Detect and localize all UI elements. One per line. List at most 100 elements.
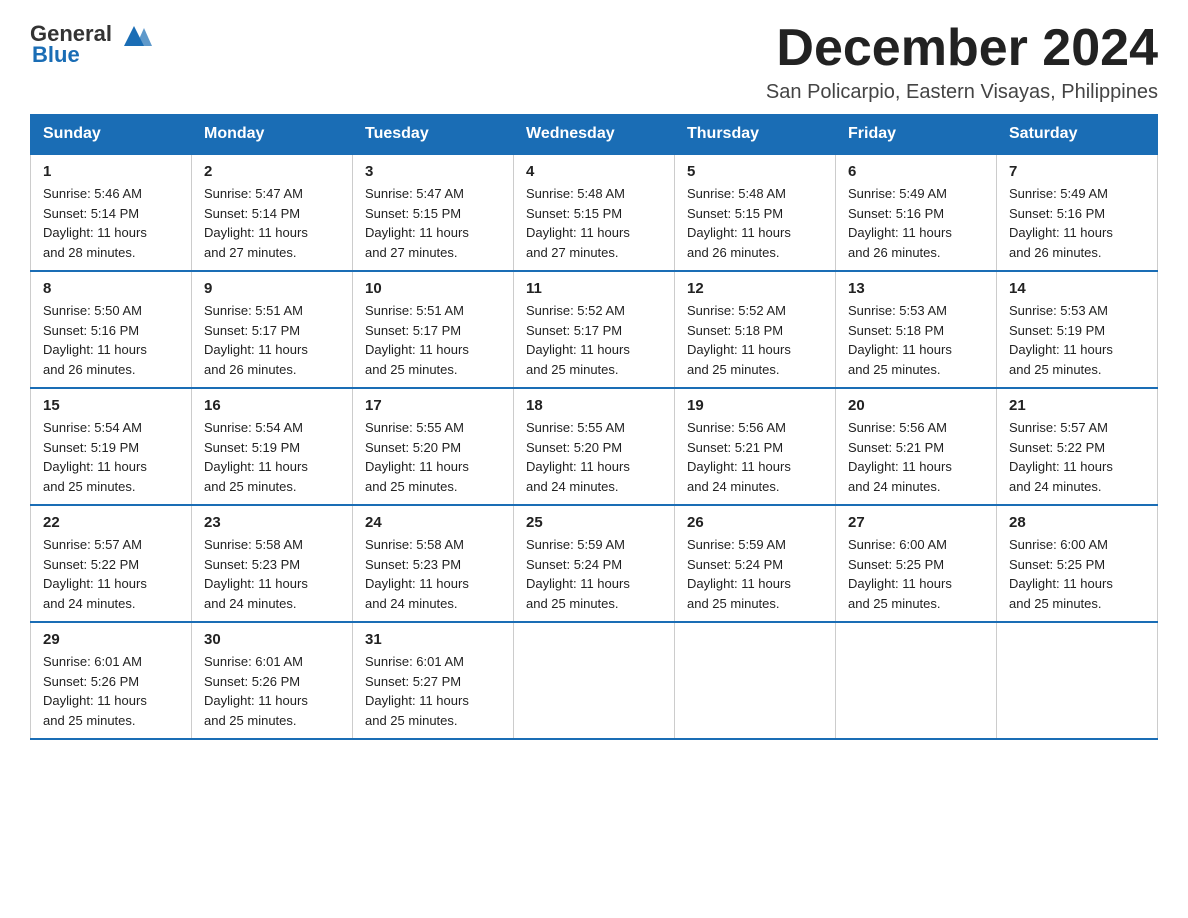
header-monday: Monday (192, 115, 353, 155)
day-info: Sunrise: 5:49 AMSunset: 5:16 PMDaylight:… (848, 186, 952, 260)
table-row: 18 Sunrise: 5:55 AMSunset: 5:20 PMDaylig… (514, 388, 675, 505)
logo: General Blue (30, 20, 152, 68)
day-number: 24 (365, 514, 501, 531)
table-row: 20 Sunrise: 5:56 AMSunset: 5:21 PMDaylig… (836, 388, 997, 505)
title-area: December 2024 San Policarpio, Eastern Vi… (766, 20, 1158, 104)
day-number: 6 (848, 163, 984, 180)
day-info: Sunrise: 6:01 AMSunset: 5:26 PMDaylight:… (204, 654, 308, 728)
day-number: 26 (687, 514, 823, 531)
day-number: 25 (526, 514, 662, 531)
table-row: 16 Sunrise: 5:54 AMSunset: 5:19 PMDaylig… (192, 388, 353, 505)
day-info: Sunrise: 5:52 AMSunset: 5:18 PMDaylight:… (687, 303, 791, 377)
month-title: December 2024 (766, 20, 1158, 77)
day-number: 3 (365, 163, 501, 180)
day-number: 21 (1009, 397, 1145, 414)
day-number: 18 (526, 397, 662, 414)
day-info: Sunrise: 5:48 AMSunset: 5:15 PMDaylight:… (687, 186, 791, 260)
day-number: 2 (204, 163, 340, 180)
header-tuesday: Tuesday (353, 115, 514, 155)
day-number: 19 (687, 397, 823, 414)
day-number: 14 (1009, 280, 1145, 297)
day-info: Sunrise: 5:58 AMSunset: 5:23 PMDaylight:… (365, 537, 469, 611)
day-info: Sunrise: 5:51 AMSunset: 5:17 PMDaylight:… (365, 303, 469, 377)
table-row: 30 Sunrise: 6:01 AMSunset: 5:26 PMDaylig… (192, 622, 353, 739)
day-number: 12 (687, 280, 823, 297)
logo-icon (114, 18, 152, 48)
table-row: 23 Sunrise: 5:58 AMSunset: 5:23 PMDaylig… (192, 505, 353, 622)
day-number: 15 (43, 397, 179, 414)
day-info: Sunrise: 5:48 AMSunset: 5:15 PMDaylight:… (526, 186, 630, 260)
table-row (675, 622, 836, 739)
table-row: 8 Sunrise: 5:50 AMSunset: 5:16 PMDayligh… (31, 271, 192, 388)
table-row: 6 Sunrise: 5:49 AMSunset: 5:16 PMDayligh… (836, 154, 997, 271)
day-info: Sunrise: 5:54 AMSunset: 5:19 PMDaylight:… (43, 420, 147, 494)
subtitle: San Policarpio, Eastern Visayas, Philipp… (766, 81, 1158, 104)
table-row: 29 Sunrise: 6:01 AMSunset: 5:26 PMDaylig… (31, 622, 192, 739)
day-info: Sunrise: 6:00 AMSunset: 5:25 PMDaylight:… (1009, 537, 1113, 611)
calendar-table: Sunday Monday Tuesday Wednesday Thursday… (30, 114, 1158, 740)
day-info: Sunrise: 5:50 AMSunset: 5:16 PMDaylight:… (43, 303, 147, 377)
table-row: 15 Sunrise: 5:54 AMSunset: 5:19 PMDaylig… (31, 388, 192, 505)
table-row: 14 Sunrise: 5:53 AMSunset: 5:19 PMDaylig… (997, 271, 1158, 388)
day-info: Sunrise: 5:59 AMSunset: 5:24 PMDaylight:… (526, 537, 630, 611)
table-row: 31 Sunrise: 6:01 AMSunset: 5:27 PMDaylig… (353, 622, 514, 739)
day-number: 23 (204, 514, 340, 531)
day-number: 10 (365, 280, 501, 297)
day-info: Sunrise: 5:58 AMSunset: 5:23 PMDaylight:… (204, 537, 308, 611)
table-row (997, 622, 1158, 739)
day-info: Sunrise: 5:55 AMSunset: 5:20 PMDaylight:… (365, 420, 469, 494)
table-row: 3 Sunrise: 5:47 AMSunset: 5:15 PMDayligh… (353, 154, 514, 271)
day-info: Sunrise: 5:53 AMSunset: 5:18 PMDaylight:… (848, 303, 952, 377)
calendar-week-row: 29 Sunrise: 6:01 AMSunset: 5:26 PMDaylig… (31, 622, 1158, 739)
table-row: 24 Sunrise: 5:58 AMSunset: 5:23 PMDaylig… (353, 505, 514, 622)
day-info: Sunrise: 5:49 AMSunset: 5:16 PMDaylight:… (1009, 186, 1113, 260)
day-number: 27 (848, 514, 984, 531)
day-number: 5 (687, 163, 823, 180)
day-number: 28 (1009, 514, 1145, 531)
day-number: 1 (43, 163, 179, 180)
table-row: 17 Sunrise: 5:55 AMSunset: 5:20 PMDaylig… (353, 388, 514, 505)
day-info: Sunrise: 5:47 AMSunset: 5:14 PMDaylight:… (204, 186, 308, 260)
table-row: 22 Sunrise: 5:57 AMSunset: 5:22 PMDaylig… (31, 505, 192, 622)
table-row: 9 Sunrise: 5:51 AMSunset: 5:17 PMDayligh… (192, 271, 353, 388)
table-row: 2 Sunrise: 5:47 AMSunset: 5:14 PMDayligh… (192, 154, 353, 271)
day-info: Sunrise: 6:01 AMSunset: 5:26 PMDaylight:… (43, 654, 147, 728)
day-number: 17 (365, 397, 501, 414)
table-row: 11 Sunrise: 5:52 AMSunset: 5:17 PMDaylig… (514, 271, 675, 388)
calendar-header-row: Sunday Monday Tuesday Wednesday Thursday… (31, 115, 1158, 155)
table-row: 1 Sunrise: 5:46 AMSunset: 5:14 PMDayligh… (31, 154, 192, 271)
day-info: Sunrise: 6:01 AMSunset: 5:27 PMDaylight:… (365, 654, 469, 728)
day-info: Sunrise: 5:51 AMSunset: 5:17 PMDaylight:… (204, 303, 308, 377)
day-number: 13 (848, 280, 984, 297)
header-friday: Friday (836, 115, 997, 155)
day-info: Sunrise: 6:00 AMSunset: 5:25 PMDaylight:… (848, 537, 952, 611)
header-saturday: Saturday (997, 115, 1158, 155)
day-info: Sunrise: 5:56 AMSunset: 5:21 PMDaylight:… (687, 420, 791, 494)
day-info: Sunrise: 5:59 AMSunset: 5:24 PMDaylight:… (687, 537, 791, 611)
day-number: 31 (365, 631, 501, 648)
day-info: Sunrise: 5:57 AMSunset: 5:22 PMDaylight:… (43, 537, 147, 611)
table-row: 12 Sunrise: 5:52 AMSunset: 5:18 PMDaylig… (675, 271, 836, 388)
day-number: 8 (43, 280, 179, 297)
day-number: 29 (43, 631, 179, 648)
day-number: 4 (526, 163, 662, 180)
header-thursday: Thursday (675, 115, 836, 155)
header-wednesday: Wednesday (514, 115, 675, 155)
table-row: 21 Sunrise: 5:57 AMSunset: 5:22 PMDaylig… (997, 388, 1158, 505)
day-info: Sunrise: 5:54 AMSunset: 5:19 PMDaylight:… (204, 420, 308, 494)
header-sunday: Sunday (31, 115, 192, 155)
table-row: 5 Sunrise: 5:48 AMSunset: 5:15 PMDayligh… (675, 154, 836, 271)
day-info: Sunrise: 5:47 AMSunset: 5:15 PMDaylight:… (365, 186, 469, 260)
day-info: Sunrise: 5:57 AMSunset: 5:22 PMDaylight:… (1009, 420, 1113, 494)
day-number: 9 (204, 280, 340, 297)
table-row: 28 Sunrise: 6:00 AMSunset: 5:25 PMDaylig… (997, 505, 1158, 622)
day-info: Sunrise: 5:53 AMSunset: 5:19 PMDaylight:… (1009, 303, 1113, 377)
header: General Blue December 2024 San Policarpi… (30, 20, 1158, 104)
calendar-week-row: 15 Sunrise: 5:54 AMSunset: 5:19 PMDaylig… (31, 388, 1158, 505)
table-row: 7 Sunrise: 5:49 AMSunset: 5:16 PMDayligh… (997, 154, 1158, 271)
table-row (514, 622, 675, 739)
calendar-week-row: 8 Sunrise: 5:50 AMSunset: 5:16 PMDayligh… (31, 271, 1158, 388)
table-row: 26 Sunrise: 5:59 AMSunset: 5:24 PMDaylig… (675, 505, 836, 622)
table-row: 19 Sunrise: 5:56 AMSunset: 5:21 PMDaylig… (675, 388, 836, 505)
table-row: 10 Sunrise: 5:51 AMSunset: 5:17 PMDaylig… (353, 271, 514, 388)
